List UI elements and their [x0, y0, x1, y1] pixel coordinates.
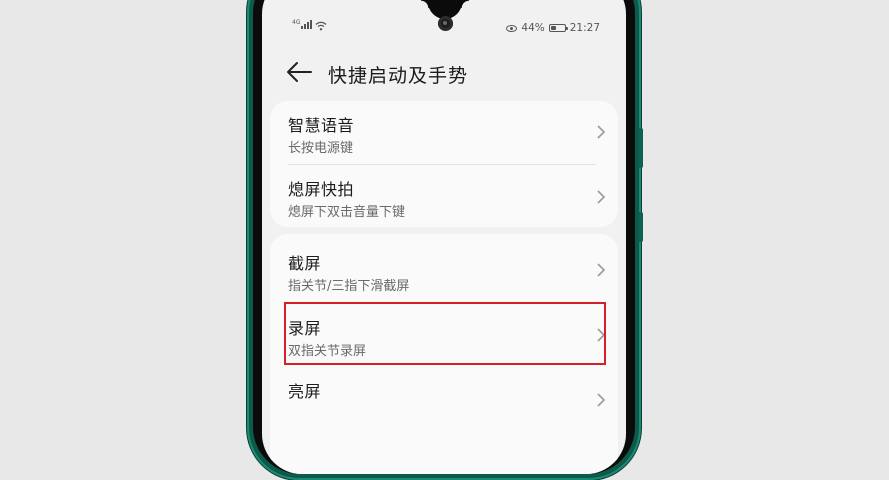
status-bar-right: 44% 21:27 [506, 22, 600, 34]
item-title: 熄屏快拍 [288, 180, 355, 199]
item-title: 截屏 [288, 254, 322, 273]
eye-comfort-icon [506, 24, 518, 32]
list-item-wake-screen[interactable]: 亮屏 [270, 364, 618, 428]
item-title: 亮屏 [288, 382, 322, 401]
volume-button [639, 128, 643, 168]
item-subtitle: 熄屏下双击音量下键 [288, 205, 406, 220]
battery-percent: 44% [521, 22, 545, 34]
settings-card-1: 智慧语音 长按电源键 熄屏快拍 熄屏下双击音量下键 [270, 101, 618, 227]
item-subtitle: 指关节/三指下滑截屏 [288, 279, 410, 294]
item-subtitle: 长按电源键 [288, 141, 354, 156]
item-title: 智慧语音 [288, 116, 355, 135]
back-button[interactable] [284, 59, 314, 85]
chevron-right-icon [597, 190, 606, 204]
list-item-screen-off-snapshot[interactable]: 熄屏快拍 熄屏下双击音量下键 [270, 165, 618, 227]
network-type: 4G [292, 19, 301, 26]
list-item-screenshot[interactable]: 截屏 指关节/三指下滑截屏 [270, 234, 618, 300]
front-camera [438, 16, 453, 31]
power-button [639, 212, 643, 242]
chevron-right-icon [597, 393, 606, 407]
chevron-right-icon [597, 263, 606, 277]
page-title: 快捷启动及手势 [328, 65, 469, 87]
highlight-box-screen-record [284, 302, 606, 365]
status-bar-left: 4G [292, 20, 327, 31]
page-header: 快捷启动及手势 [262, 57, 626, 87]
back-arrow-icon [287, 62, 312, 82]
phone-screen: 4G 44% 21:27 快捷启动及手势 智慧语音 长按电源键 熄屏快拍 熄屏下… [262, 0, 626, 474]
chevron-right-icon [597, 125, 606, 139]
signal-icon: 4G [292, 19, 313, 29]
wifi-icon [316, 21, 327, 31]
clock-time: 21:27 [569, 22, 600, 34]
battery-icon [548, 24, 568, 32]
list-item-smart-voice[interactable]: 智慧语音 长按电源键 [270, 101, 618, 163]
